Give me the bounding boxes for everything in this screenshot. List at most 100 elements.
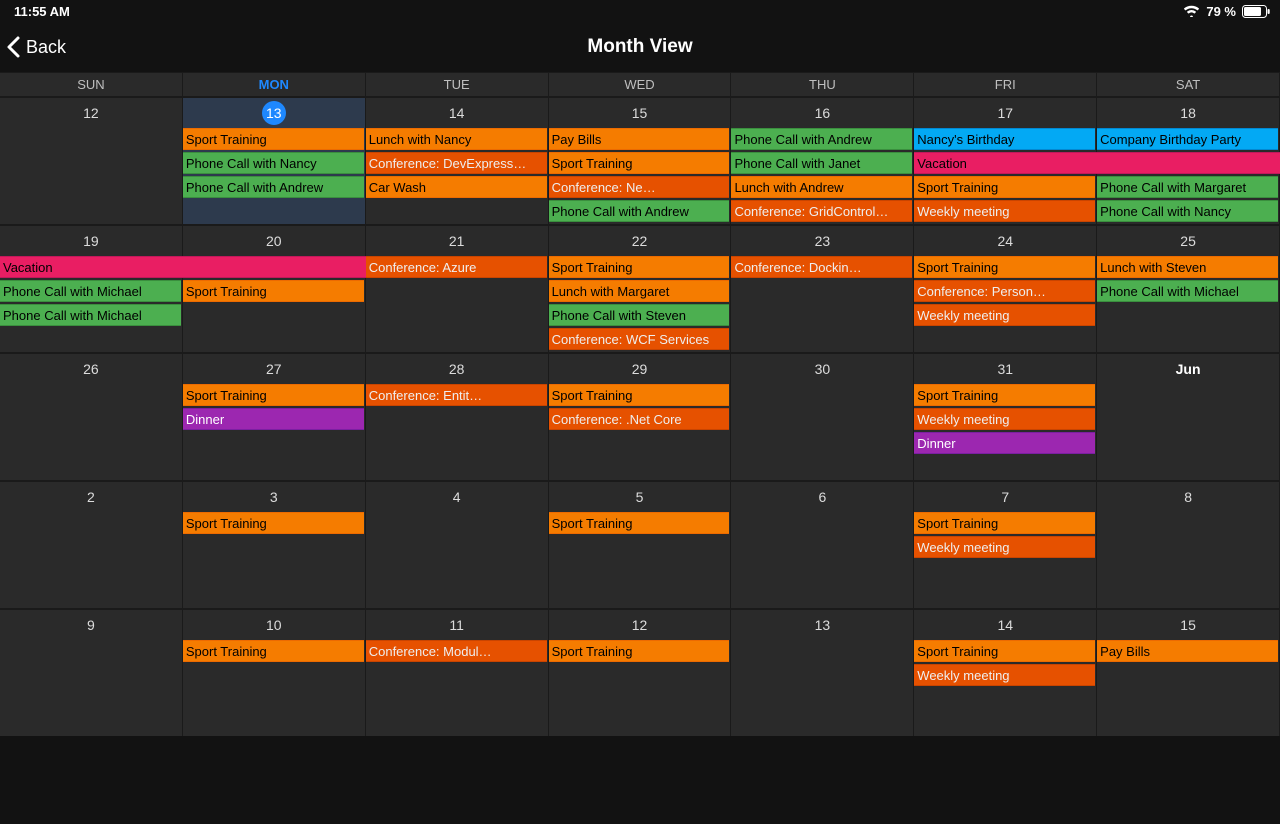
calendar-event[interactable]: Phone Call with Andrew: [731, 128, 912, 150]
calendar-event[interactable]: Phone Call with Margaret: [1097, 176, 1278, 198]
day-cell[interactable]: 6: [731, 482, 914, 608]
calendar-event[interactable]: Dinner: [914, 432, 1095, 454]
calendar-event[interactable]: Lunch with Steven: [1097, 256, 1278, 278]
day-cell[interactable]: 12Sport Training: [549, 610, 732, 736]
day-cell[interactable]: 19Phone Call with MichaelPhone Call with…: [0, 226, 183, 352]
day-cell[interactable]: 14Lunch with NancyConference: DevExpress…: [366, 98, 549, 224]
calendar-event[interactable]: Phone Call with Steven: [549, 304, 730, 326]
calendar-event[interactable]: Conference: GridControl…: [731, 200, 912, 222]
day-cell[interactable]: Jun: [1097, 354, 1280, 480]
calendar-event[interactable]: Sport Training: [183, 640, 364, 662]
day-cell[interactable]: 12: [0, 98, 183, 224]
calendar-event[interactable]: Sport Training: [549, 152, 730, 174]
day-cell[interactable]: 20Sport Training: [183, 226, 366, 352]
calendar-event[interactable]: Phone Call with Andrew: [183, 176, 364, 198]
calendar-event[interactable]: Conference: Modul…: [366, 640, 547, 662]
calendar-event[interactable]: Weekly meeting: [914, 408, 1095, 430]
day-cell[interactable]: 30: [731, 354, 914, 480]
calendar-event[interactable]: Weekly meeting: [914, 664, 1095, 686]
calendar-event[interactable]: Weekly meeting: [914, 304, 1095, 326]
calendar-event[interactable]: Weekly meeting: [914, 536, 1095, 558]
event-slot: Weekly meeting: [914, 200, 1096, 224]
calendar-event[interactable]: Sport Training: [549, 640, 730, 662]
calendar-event[interactable]: Vacation: [0, 256, 366, 278]
calendar-event[interactable]: Company Birthday Party: [1097, 128, 1278, 150]
calendar-event[interactable]: Sport Training: [183, 512, 364, 534]
calendar-event[interactable]: Phone Call with Michael: [0, 280, 181, 302]
day-cell[interactable]: 10Sport Training: [183, 610, 366, 736]
calendar-event[interactable]: Conference: Person…: [914, 280, 1095, 302]
calendar-event[interactable]: Conference: Ne…: [549, 176, 730, 198]
calendar-event[interactable]: Conference: Dockin…: [731, 256, 912, 278]
calendar-event[interactable]: Vacation: [914, 152, 1280, 174]
calendar-event[interactable]: Conference: .Net Core: [549, 408, 730, 430]
day-cell[interactable]: 27Sport TrainingDinner: [183, 354, 366, 480]
calendar-event[interactable]: Sport Training: [914, 640, 1095, 662]
day-cell[interactable]: 4: [366, 482, 549, 608]
day-cell[interactable]: 15Pay BillsSport TrainingConference: Ne……: [549, 98, 732, 224]
calendar-event[interactable]: Phone Call with Michael: [0, 304, 181, 326]
calendar-event[interactable]: Weekly meeting: [914, 200, 1095, 222]
day-cell[interactable]: 9: [0, 610, 183, 736]
calendar-event[interactable]: Conference: Azure: [366, 256, 547, 278]
back-button[interactable]: Back: [4, 34, 66, 60]
day-cell[interactable]: 13: [731, 610, 914, 736]
calendar-event[interactable]: Lunch with Andrew: [731, 176, 912, 198]
event-slot: Sport Training: [914, 384, 1096, 408]
event-slot: Phone Call with Steven: [549, 304, 731, 328]
calendar-event[interactable]: Phone Call with Nancy: [183, 152, 364, 174]
calendar-event[interactable]: Sport Training: [549, 512, 730, 534]
event-slot: [731, 432, 913, 456]
event-slot: Pay Bills: [549, 128, 731, 152]
day-cell[interactable]: 11Conference: Modul…: [366, 610, 549, 736]
calendar-event[interactable]: Sport Training: [183, 280, 364, 302]
calendar-event[interactable]: Sport Training: [549, 384, 730, 406]
calendar-event[interactable]: Nancy's Birthday: [914, 128, 1095, 150]
calendar-event[interactable]: Phone Call with Michael: [1097, 280, 1278, 302]
day-cell[interactable]: 25Lunch with StevenPhone Call with Micha…: [1097, 226, 1280, 352]
day-cell[interactable]: 29Sport TrainingConference: .Net Core: [549, 354, 732, 480]
calendar-event[interactable]: Sport Training: [914, 512, 1095, 534]
event-slot: Car Wash: [366, 176, 548, 200]
calendar-event[interactable]: Sport Training: [549, 256, 730, 278]
day-cell[interactable]: 8: [1097, 482, 1280, 608]
day-cell[interactable]: 22Sport TrainingLunch with MargaretPhone…: [549, 226, 732, 352]
day-cell[interactable]: 5Sport Training: [549, 482, 732, 608]
day-cell[interactable]: 14Sport TrainingWeekly meeting: [914, 610, 1097, 736]
calendar-event[interactable]: Sport Training: [183, 384, 364, 406]
event-slot: Conference: WCF Services: [549, 328, 731, 352]
calendar-event[interactable]: Pay Bills: [549, 128, 730, 150]
day-cell[interactable]: 7Sport TrainingWeekly meeting: [914, 482, 1097, 608]
day-cell[interactable]: 3Sport Training: [183, 482, 366, 608]
calendar-event[interactable]: Phone Call with Janet: [731, 152, 912, 174]
day-cell[interactable]: 26: [0, 354, 183, 480]
day-cell[interactable]: 24Sport TrainingConference: Person…Weekl…: [914, 226, 1097, 352]
calendar-event[interactable]: Conference: Entit…: [366, 384, 547, 406]
day-cell[interactable]: 28Conference: Entit…: [366, 354, 549, 480]
day-cell[interactable]: 16Phone Call with AndrewPhone Call with …: [731, 98, 914, 224]
calendar-event[interactable]: Phone Call with Andrew: [549, 200, 730, 222]
calendar-event[interactable]: Phone Call with Nancy: [1097, 200, 1278, 222]
calendar-event[interactable]: Lunch with Nancy: [366, 128, 547, 150]
calendar-event[interactable]: Conference: DevExpress…: [366, 152, 547, 174]
event-slot: Sport Training: [183, 128, 365, 152]
calendar-event[interactable]: Dinner: [183, 408, 364, 430]
calendar-event[interactable]: Lunch with Margaret: [549, 280, 730, 302]
day-date: 23: [731, 226, 913, 256]
calendar-event[interactable]: Conference: WCF Services: [549, 328, 730, 350]
day-cell[interactable]: 31Sport TrainingWeekly meetingDinner: [914, 354, 1097, 480]
day-cell[interactable]: 21Conference: Azure: [366, 226, 549, 352]
calendar-event[interactable]: Sport Training: [914, 384, 1095, 406]
day-cell[interactable]: 2: [0, 482, 183, 608]
calendar-event[interactable]: Sport Training: [914, 256, 1095, 278]
back-label: Back: [26, 37, 66, 58]
day-cell[interactable]: 23Conference: Dockin…: [731, 226, 914, 352]
day-cell[interactable]: 15Pay Bills: [1097, 610, 1280, 736]
calendar-event[interactable]: Pay Bills: [1097, 640, 1278, 662]
event-slot: [1097, 456, 1279, 480]
calendar-event[interactable]: Sport Training: [183, 128, 364, 150]
calendar-event[interactable]: Sport Training: [914, 176, 1095, 198]
calendar-event[interactable]: Car Wash: [366, 176, 547, 198]
calendar-month-view[interactable]: SUNMONTUEWEDTHUFRISAT1213Sport TrainingP…: [0, 72, 1280, 736]
day-cell[interactable]: 13Sport TrainingPhone Call with NancyPho…: [183, 98, 366, 224]
